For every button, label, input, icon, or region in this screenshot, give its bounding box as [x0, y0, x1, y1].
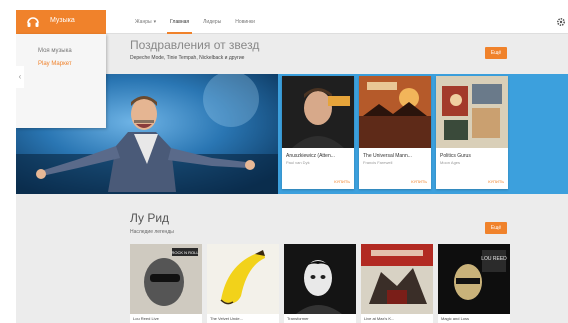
- album-card[interactable]: Politics Gurus Moon Ages КУПИТЬ: [436, 76, 508, 189]
- chevron-left-icon[interactable]: ‹: [16, 66, 24, 88]
- app-name: Музыка: [50, 17, 75, 24]
- album-title: Lou Reed Live: [133, 316, 159, 321]
- headphones-icon: [27, 17, 39, 27]
- album-title: Magic and Loss: [441, 316, 470, 321]
- tab-new-releases[interactable]: Новинки: [228, 10, 262, 34]
- album-card[interactable]: Anuszkiewicz (Atten... Paul van Dyk КУПИ…: [282, 76, 354, 189]
- album-title: The Velvet Unde...: [210, 316, 243, 321]
- side-item-play-store[interactable]: Play Маркет: [38, 61, 72, 67]
- featured-more-button[interactable]: Ещё: [485, 47, 507, 59]
- album-cover: LOU REED: [438, 244, 510, 314]
- album-cover: [359, 76, 431, 148]
- buy-link[interactable]: КУПИТЬ: [488, 179, 504, 184]
- album-cover: [207, 244, 279, 314]
- featured-title: Поздравления от звезд: [130, 38, 260, 52]
- album-tile[interactable]: Live at Max's K...: [361, 244, 433, 323]
- album-cover: [284, 244, 356, 314]
- tab-top-charts[interactable]: Лидеры: [196, 10, 228, 34]
- album-cover: [361, 244, 433, 314]
- album-title: Politics Gurus: [440, 153, 471, 159]
- tab-genres-label: Жанры: [135, 19, 152, 25]
- tab-home[interactable]: Главная: [163, 10, 196, 34]
- cover-text: ROCK N ROLL: [171, 250, 199, 255]
- album-tile[interactable]: ROCK N ROLL Lou Reed Live: [130, 244, 202, 323]
- gear-icon[interactable]: [556, 17, 566, 27]
- album-artist: Paul van Dyk: [286, 160, 310, 165]
- artist-section-title: Лу Рид: [130, 211, 170, 225]
- album-artist: Francis Farewell: [363, 160, 393, 165]
- album-title: Anuszkiewicz (Atten...: [286, 153, 335, 159]
- app-window: Музыка Жанры ▾ Главная Лидеры Новинки Моя…: [16, 10, 568, 323]
- album-cover: [436, 76, 508, 148]
- tab-home-label: Главная: [170, 19, 190, 25]
- tab-new-releases-label: Новинки: [235, 19, 255, 25]
- album-title: Live at Max's K...: [364, 316, 395, 321]
- tab-top-charts-label: Лидеры: [203, 19, 222, 25]
- buy-link[interactable]: КУПИТЬ: [334, 179, 350, 184]
- album-cover: [282, 76, 354, 148]
- album-title: The Universal Mann...: [363, 153, 412, 159]
- featured-subtitle: Depeche Mode, Tinie Tempah, Nickelback и…: [130, 55, 245, 61]
- top-bar: Музыка Жанры ▾ Главная Лидеры Новинки: [16, 10, 568, 34]
- album-artist: Moon Ages: [440, 160, 461, 165]
- artist-section-subtitle: Наследие легенды: [130, 229, 174, 235]
- album-title: Transformer: [287, 316, 309, 321]
- tab-genres[interactable]: Жанры ▾: [128, 10, 163, 34]
- cover-text: LOU REED: [481, 256, 507, 262]
- album-tile[interactable]: LOU REED Magic and Loss: [438, 244, 510, 323]
- album-cover: ROCK N ROLL: [130, 244, 202, 314]
- side-menu: Моя музыка Play Маркет: [16, 34, 106, 128]
- album-tile[interactable]: The Velvet Unde...: [207, 244, 279, 323]
- side-item-my-music[interactable]: Моя музыка: [38, 48, 72, 54]
- top-nav: Жанры ▾ Главная Лидеры Новинки: [128, 10, 262, 34]
- buy-link[interactable]: КУПИТЬ: [411, 179, 427, 184]
- album-card[interactable]: The Universal Mann... Francis Farewell К…: [359, 76, 431, 189]
- artist-more-button[interactable]: Ещё: [485, 222, 507, 234]
- album-tile[interactable]: Transformer: [284, 244, 356, 323]
- app-brand[interactable]: Музыка: [16, 10, 106, 34]
- chevron-down-icon: ▾: [153, 19, 157, 25]
